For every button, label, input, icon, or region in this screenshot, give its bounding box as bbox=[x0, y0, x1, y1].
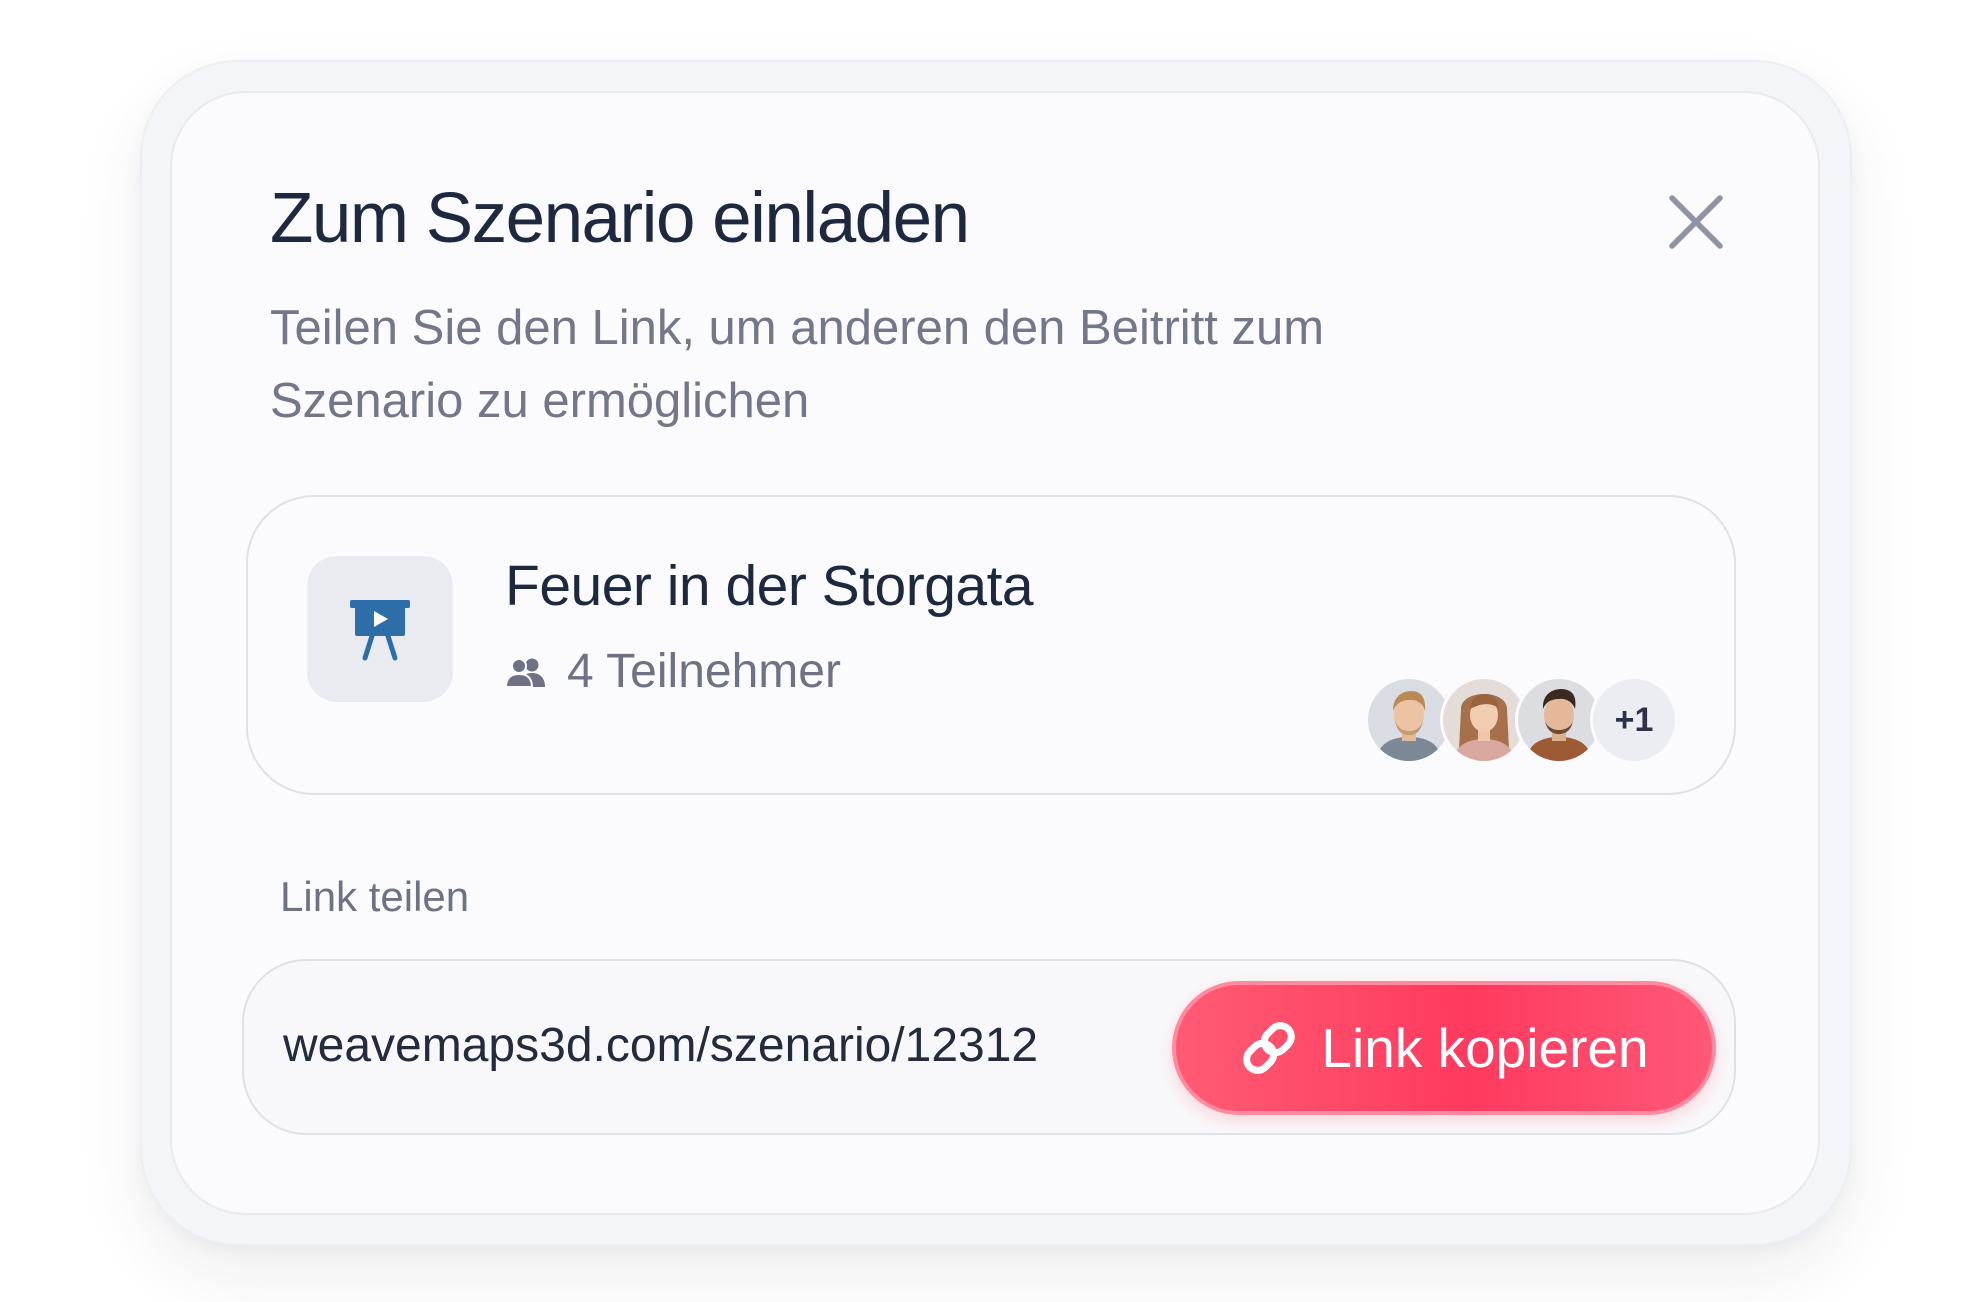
participant-avatars: +1 bbox=[1365, 676, 1685, 764]
dialog-subtitle: Teilen Sie den Link, um anderen den Beit… bbox=[270, 301, 1325, 428]
copy-link-label: Link kopieren bbox=[1321, 1017, 1649, 1079]
share-link-label: Link teilen bbox=[280, 873, 470, 920]
more-participants-badge: +1 bbox=[1590, 676, 1678, 764]
presentation-icon bbox=[350, 600, 410, 661]
dialog-title: Zum Szenario einladen bbox=[270, 179, 970, 258]
close-button[interactable] bbox=[1664, 190, 1728, 254]
link-icon bbox=[1243, 1022, 1296, 1074]
scenario-thumbnail bbox=[307, 556, 453, 702]
stage: Zum Szenario einladen Teilen Sie den Lin… bbox=[0, 0, 1986, 1302]
copy-link-button[interactable]: Link kopieren bbox=[1172, 981, 1716, 1115]
users-icon bbox=[505, 657, 545, 687]
participants-row: 4 Teilnehmer bbox=[505, 644, 841, 699]
participants-count: 4 Teilnehmer bbox=[567, 645, 841, 698]
scenario-name: Feuer in der Storgata bbox=[505, 554, 1034, 618]
close-icon bbox=[1669, 195, 1723, 249]
share-link-url[interactable]: weavemaps3d.com/szenario/12312 bbox=[283, 1018, 1038, 1073]
